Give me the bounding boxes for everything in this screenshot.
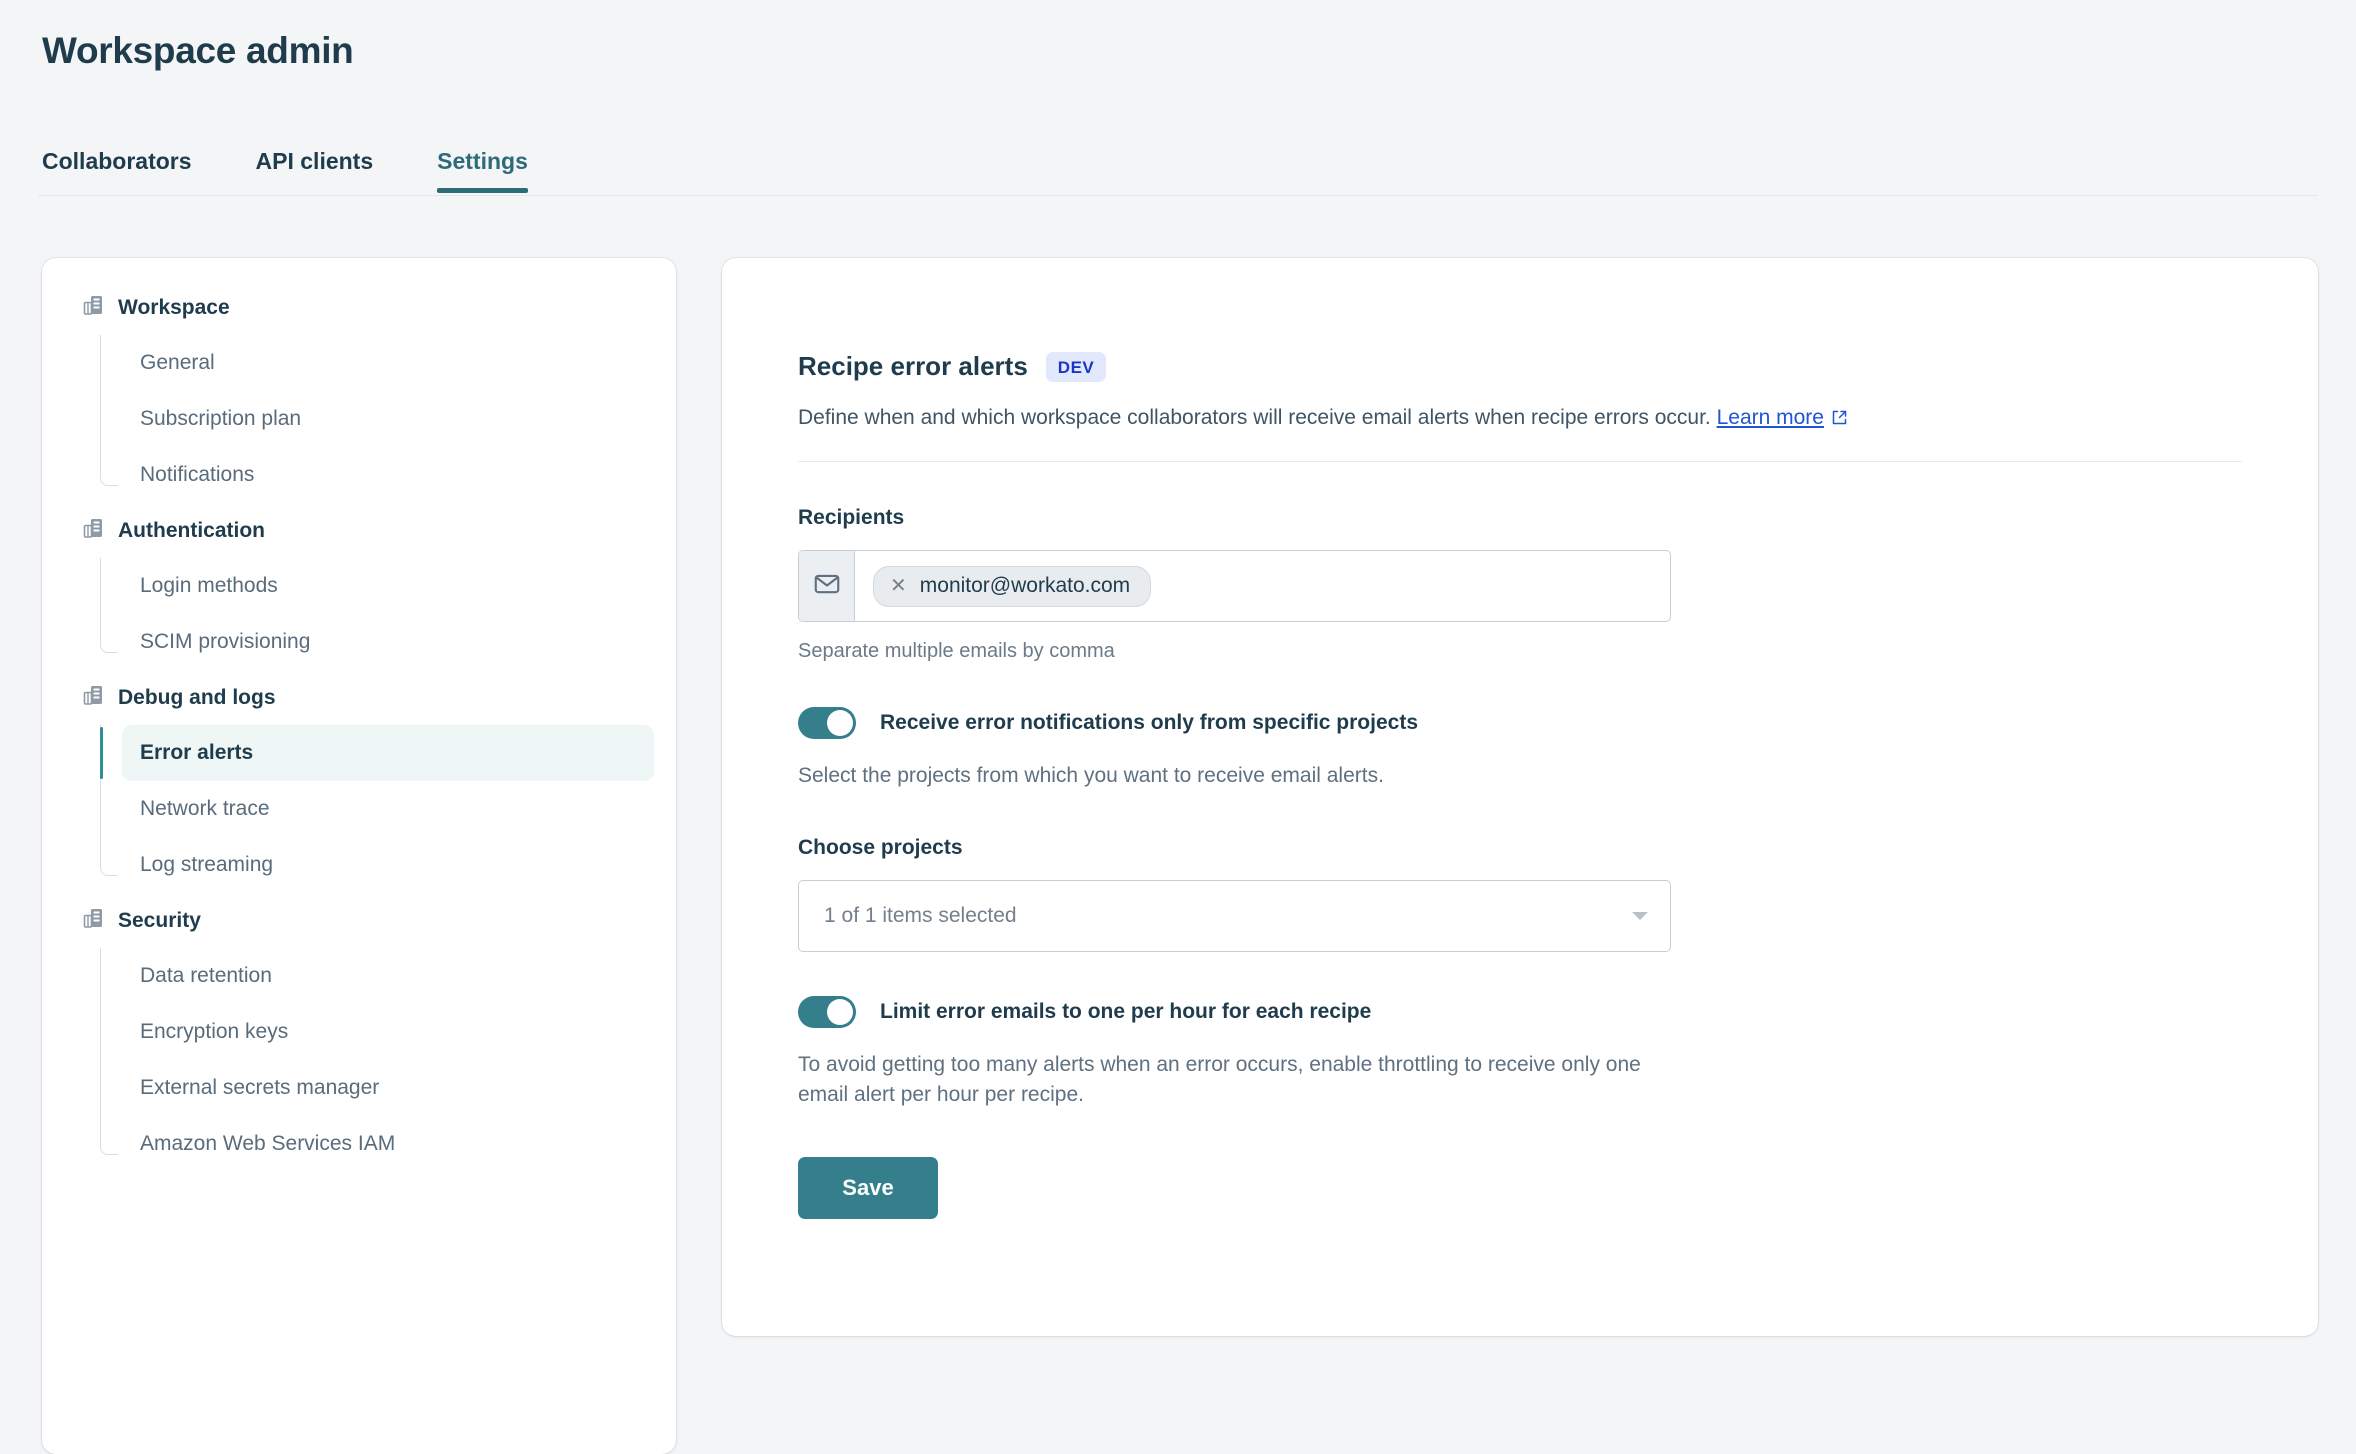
error-alerts-panel: Recipe error alerts DEV Define when and …	[722, 258, 2318, 1336]
recipients-input[interactable]: ✕ monitor@workato.com	[798, 550, 1671, 622]
recipient-chip-label: monitor@workato.com	[920, 574, 1130, 598]
tab-bar: Collaborators API clients Settings	[42, 148, 528, 193]
specific-projects-description: Select the projects from which you want …	[798, 761, 1658, 791]
throttle-toggle[interactable]	[798, 996, 856, 1028]
nav-group-header-security: Security	[42, 893, 676, 948]
nav-items-debug-and-logs: Error alerts Network trace Log streaming	[100, 725, 676, 893]
sidebar-item-login-methods[interactable]: Login methods	[122, 558, 654, 614]
learn-more-link[interactable]: Learn more	[1717, 406, 1824, 429]
tab-settings[interactable]: Settings	[437, 148, 528, 193]
specific-projects-toggle[interactable]	[798, 707, 856, 739]
server-icon	[82, 294, 104, 321]
throttle-description: To avoid getting too many alerts when an…	[798, 1050, 1658, 1111]
nav-group-label: Debug and logs	[118, 686, 276, 710]
remove-recipient-icon[interactable]: ✕	[890, 576, 907, 596]
nav-group-debug-and-logs: Debug and logs Error alerts Network trac…	[42, 670, 676, 893]
choose-projects-select[interactable]: 1 of 1 items selected	[798, 880, 1671, 952]
throttle-toggle-label: Limit error emails to one per hour for e…	[880, 1000, 1371, 1024]
mail-icon	[812, 569, 842, 604]
section-divider	[798, 461, 2242, 462]
toggle-knob	[827, 999, 853, 1025]
server-icon	[82, 517, 104, 544]
sidebar-item-scim-provisioning[interactable]: SCIM provisioning	[122, 614, 654, 670]
nav-items-security: Data retention Encryption keys External …	[100, 948, 676, 1172]
recipients-label: Recipients	[798, 506, 2242, 530]
tab-api-clients[interactable]: API clients	[256, 148, 374, 193]
nav-items-authentication: Login methods SCIM provisioning	[100, 558, 676, 670]
sidebar-item-network-trace[interactable]: Network trace	[122, 781, 654, 837]
nav-group-label: Authentication	[118, 519, 265, 543]
sidebar-item-notifications[interactable]: Notifications	[122, 447, 654, 503]
sidebar-item-general[interactable]: General	[122, 335, 654, 391]
sidebar-item-encryption-keys[interactable]: Encryption keys	[122, 1004, 654, 1060]
sidebar-item-subscription-plan[interactable]: Subscription plan	[122, 391, 654, 447]
section-description-text: Define when and which workspace collabor…	[798, 406, 1711, 429]
specific-projects-toggle-label: Receive error notifications only from sp…	[880, 711, 1418, 735]
nav-group-security: Security Data retention Encryption keys …	[42, 893, 676, 1172]
choose-projects-block: Choose projects 1 of 1 items selected	[798, 836, 2242, 952]
server-icon	[82, 684, 104, 711]
recipients-helper-text: Separate multiple emails by comma	[798, 640, 2242, 663]
nav-group-header-authentication: Authentication	[42, 503, 676, 558]
sidebar-item-amazon-web-services-iam[interactable]: Amazon Web Services IAM	[122, 1116, 654, 1172]
nav-group-label: Security	[118, 909, 201, 933]
throttle-toggle-row: Limit error emails to one per hour for e…	[798, 996, 2242, 1028]
dev-badge: DEV	[1046, 352, 1106, 382]
section-title: Recipe error alerts	[798, 351, 1028, 382]
section-description: Define when and which workspace collabor…	[798, 404, 2242, 434]
nav-group-label: Workspace	[118, 296, 230, 320]
recipients-block: Recipients ✕ monitor@workat	[798, 506, 2242, 663]
nav-group-workspace: Workspace General Subscription plan Noti…	[42, 280, 676, 503]
workspace-admin-page: Workspace admin Collaborators API client…	[0, 0, 2356, 1454]
external-link-icon[interactable]	[1831, 406, 1848, 434]
choose-projects-label: Choose projects	[798, 836, 2242, 860]
sidebar-item-error-alerts[interactable]: Error alerts	[122, 725, 654, 781]
choose-projects-value: 1 of 1 items selected	[824, 904, 1632, 928]
sidebar-item-log-streaming[interactable]: Log streaming	[122, 837, 654, 893]
save-button[interactable]: Save	[798, 1157, 938, 1219]
sidebar-item-external-secrets-manager[interactable]: External secrets manager	[122, 1060, 654, 1116]
sidebar-item-data-retention[interactable]: Data retention	[122, 948, 654, 1004]
nav-group-header-workspace: Workspace	[42, 280, 676, 335]
server-icon	[82, 907, 104, 934]
recipients-chip-area[interactable]: ✕ monitor@workato.com	[855, 551, 1670, 621]
nav-items-workspace: General Subscription plan Notifications	[100, 335, 676, 503]
toggle-knob	[827, 710, 853, 736]
nav-group-header-debug-and-logs: Debug and logs	[42, 670, 676, 725]
chevron-down-icon[interactable]	[1632, 912, 1648, 920]
mail-icon-box	[799, 551, 855, 621]
specific-projects-toggle-row: Receive error notifications only from sp…	[798, 707, 2242, 739]
nav-group-authentication: Authentication Login methods SCIM provis…	[42, 503, 676, 670]
recipient-chip[interactable]: ✕ monitor@workato.com	[873, 566, 1151, 607]
tab-bar-divider	[38, 195, 2318, 196]
tab-collaborators[interactable]: Collaborators	[42, 148, 192, 193]
settings-sidebar: Workspace General Subscription plan Noti…	[42, 258, 676, 1454]
section-header: Recipe error alerts DEV	[798, 351, 2242, 382]
page-title: Workspace admin	[42, 30, 353, 72]
